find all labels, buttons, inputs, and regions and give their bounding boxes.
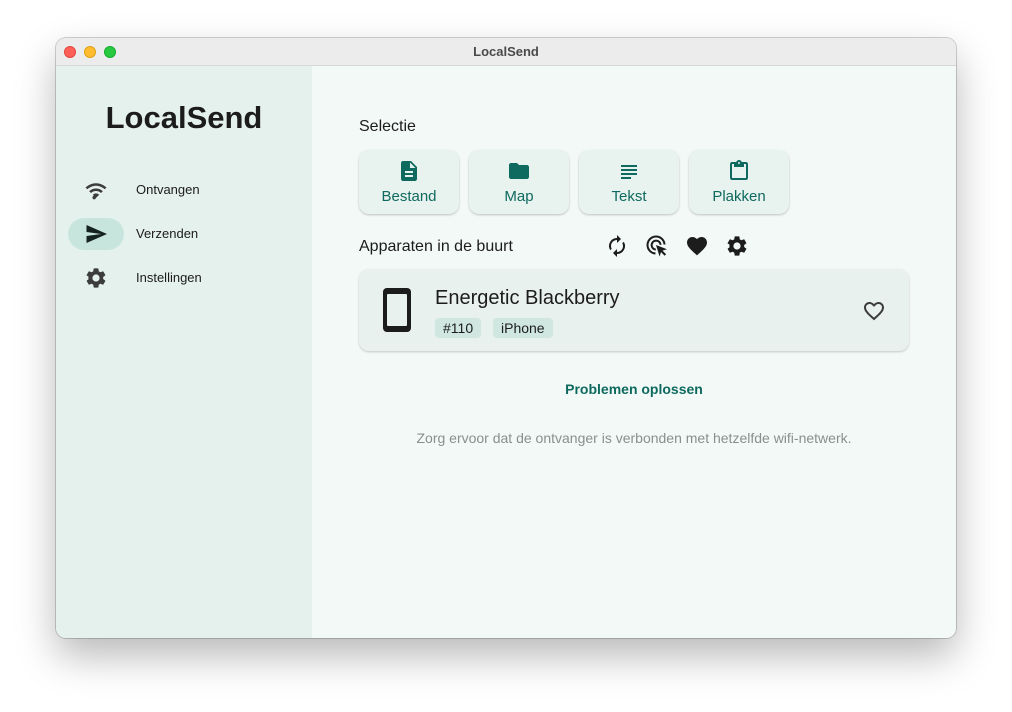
favorite-heart-outline-icon[interactable] <box>862 299 886 323</box>
folder-button[interactable]: Map <box>469 150 569 214</box>
folder-icon <box>509 163 529 179</box>
file-button-label: Bestand <box>381 188 437 205</box>
device-card[interactable]: Energetic Blackberry #110 iPhone <box>359 269 909 351</box>
phone-icon <box>383 288 411 332</box>
sidebar: LocalSend Ontvangen Verzenden Instelling… <box>56 66 312 638</box>
gear-icon <box>86 268 106 288</box>
main-content: Selectie Bestand Map Tekst Plakken Appar… <box>312 66 956 638</box>
device-id-tag: #110 <box>435 318 482 338</box>
file-button[interactable]: Bestand <box>359 150 459 214</box>
title-bar: LocalSend <box>56 38 956 66</box>
file-icon <box>401 161 417 181</box>
scan-target-icon[interactable] <box>645 234 669 258</box>
send-icon <box>86 225 107 243</box>
folder-button-label: Map <box>504 188 534 205</box>
sidebar-item-label: Ontvangen <box>136 182 200 197</box>
nearby-devices-title: Apparaten in de buurt <box>359 238 513 255</box>
window-title: LocalSend <box>473 44 539 59</box>
text-icon <box>621 165 637 179</box>
app-name: LocalSend <box>105 100 263 135</box>
paste-button[interactable]: Plakken <box>689 150 789 214</box>
device-type-tag: iPhone <box>493 318 553 338</box>
troubleshoot-link[interactable]: Problemen oplossen <box>312 381 956 397</box>
refresh-icon[interactable] <box>605 234 629 258</box>
wifi-icon <box>85 183 107 200</box>
paste-button-label: Plakken <box>712 188 766 205</box>
settings-gear-icon[interactable] <box>725 234 749 258</box>
favorites-heart-icon[interactable] <box>685 234 709 258</box>
clipboard-icon <box>730 160 748 180</box>
text-button[interactable]: Tekst <box>579 150 679 214</box>
selection-title: Selectie <box>359 118 416 135</box>
sidebar-item-ontvangen[interactable]: Ontvangen <box>68 174 300 208</box>
sidebar-item-verzenden[interactable]: Verzenden <box>68 218 300 252</box>
sidebar-item-instellingen[interactable]: Instellingen <box>68 262 300 296</box>
app-window: LocalSend LocalSend Ontvangen Verzenden <box>56 38 956 638</box>
sidebar-item-label: Verzenden <box>136 226 199 241</box>
device-name: Energetic Blackberry <box>435 287 620 309</box>
network-hint: Zorg ervoor dat de ontvanger is verbonde… <box>416 430 852 446</box>
text-button-label: Tekst <box>611 188 647 205</box>
sidebar-item-label: Instellingen <box>136 270 202 285</box>
